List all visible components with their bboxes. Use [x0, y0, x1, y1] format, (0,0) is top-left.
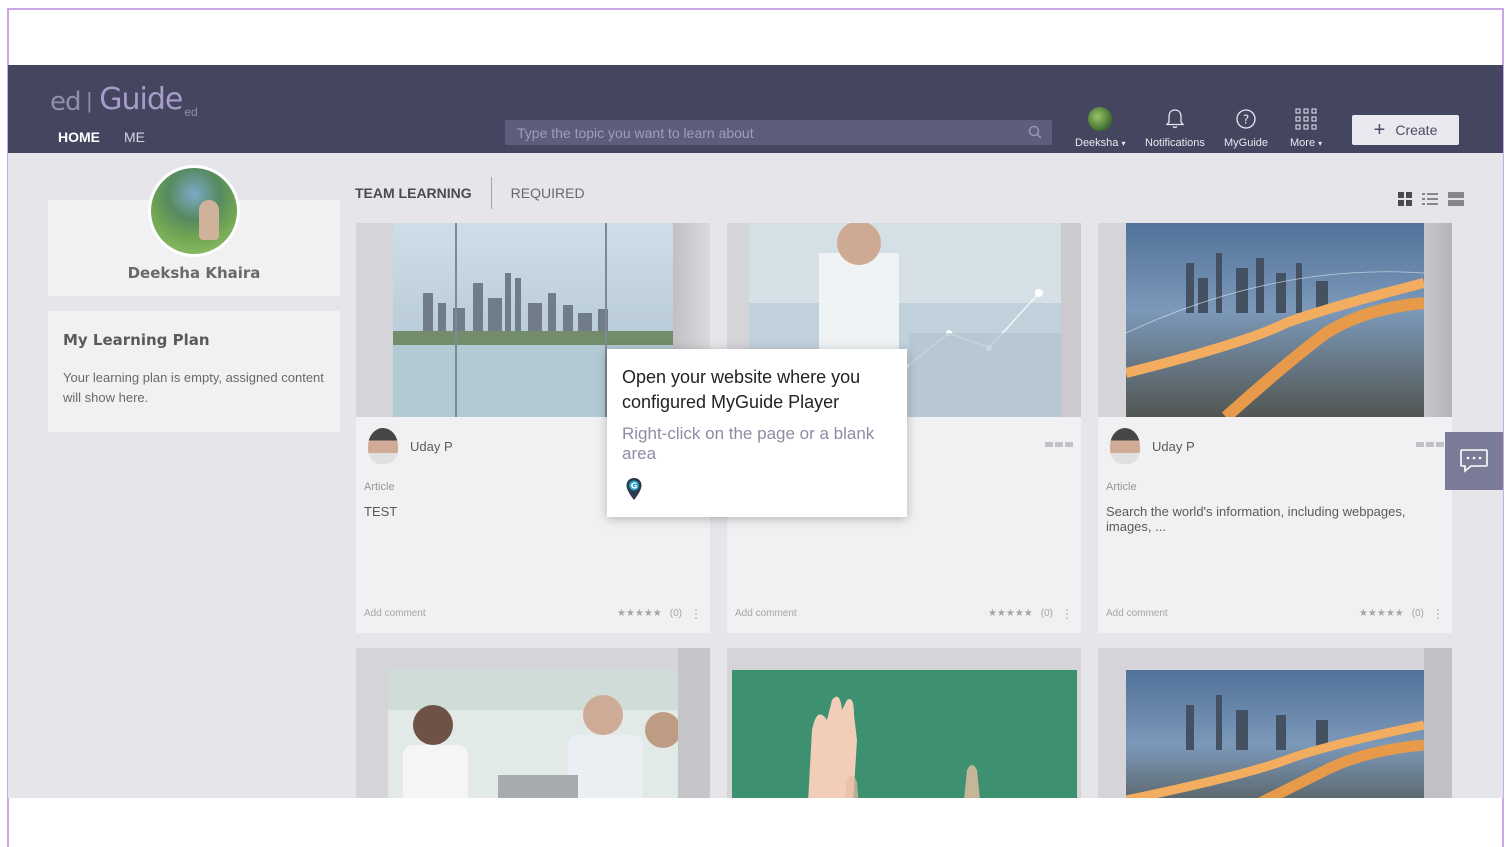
chat-widget[interactable] — [1445, 432, 1503, 490]
svg-text:G: G — [631, 482, 638, 491]
help-circle-icon: ? — [1236, 109, 1256, 129]
myguide-label: MyGuide — [1224, 137, 1269, 149]
user-menu-label: Deeksha — [1075, 137, 1119, 149]
logo-guide: Guide — [99, 82, 183, 117]
notifications-label: Notifications — [1145, 137, 1205, 149]
chat-icon — [1460, 449, 1488, 473]
logo-separator: | — [86, 88, 93, 113]
nav-home[interactable]: HOME — [58, 129, 100, 145]
user-menu[interactable]: Deeksha ▾ — [1075, 105, 1126, 149]
search-bar — [505, 120, 1052, 145]
tooltip-description: Right-click on the page or a blank area — [622, 424, 875, 463]
svg-text:?: ? — [1243, 113, 1249, 127]
logo-ed: ed — [50, 87, 81, 117]
logo-sub: ed — [184, 105, 198, 119]
more-menu[interactable]: More ▾ — [1290, 105, 1322, 149]
edguide-logo[interactable]: ed | Guide ed — [50, 73, 198, 119]
bell-icon — [1165, 109, 1185, 129]
guide-tooltip: Open your website where you configured M… — [607, 349, 907, 517]
main-nav: HOME ME — [58, 129, 145, 145]
create-button[interactable]: + Create — [1352, 115, 1459, 145]
search-input[interactable] — [505, 120, 1015, 145]
chevron-down-icon: ▾ — [1121, 139, 1126, 148]
chevron-down-icon: ▾ — [1318, 139, 1323, 148]
user-avatar — [1088, 107, 1113, 131]
more-label: More — [1290, 137, 1316, 149]
plus-icon: + — [1373, 119, 1386, 141]
search-icon[interactable] — [1028, 125, 1042, 139]
tooltip-title: Open your website where you configured M… — [622, 367, 861, 412]
nav-me[interactable]: ME — [124, 129, 145, 145]
location-pin-icon: G — [626, 478, 642, 500]
app-viewport: ed | Guide ed HOME ME Deeksha ▾ — [8, 65, 1503, 798]
notifications-button[interactable]: Notifications — [1145, 105, 1205, 149]
myguide-button[interactable]: ? MyGuide — [1224, 105, 1268, 149]
apps-grid-icon — [1295, 108, 1317, 130]
create-label: Create — [1395, 122, 1438, 138]
top-header: ed | Guide ed HOME ME Deeksha ▾ — [8, 65, 1503, 153]
